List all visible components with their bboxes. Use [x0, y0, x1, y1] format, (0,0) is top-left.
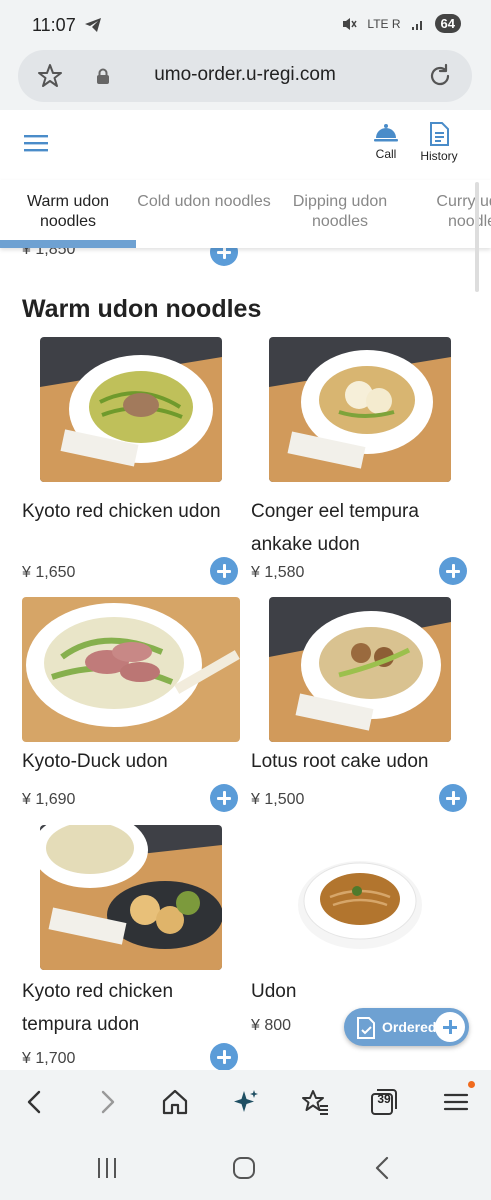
checklist-icon	[357, 1017, 375, 1039]
mute-icon	[343, 17, 358, 30]
status-bar: 11:07 LTE R 64	[0, 0, 491, 50]
status-icons: LTE R 64	[341, 14, 461, 33]
add-item-button[interactable]	[439, 557, 467, 585]
ordered-label: Ordered	[382, 1019, 437, 1035]
food-image	[40, 337, 222, 482]
home-nav-icon[interactable]	[232, 1156, 256, 1180]
section-title: Warm udon noodles	[22, 295, 262, 323]
url-text[interactable]: umo-order.u-regi.com	[18, 64, 472, 86]
menu-item-card[interactable]: Conger eel tempura ankake udon ¥ 1,580	[251, 337, 476, 592]
network-indicator: LTE R	[367, 16, 401, 31]
item-name: Kyoto red chicken tempura udon	[22, 981, 174, 1035]
web-page: Call History Warm udon noodles Cold udon…	[0, 110, 491, 1070]
tab-cold-udon[interactable]: Cold udon noodles	[136, 192, 272, 212]
forward-icon[interactable]	[92, 1087, 122, 1117]
add-item-button[interactable]	[210, 784, 238, 812]
item-price: ¥ 1,580	[251, 564, 305, 581]
hamburger-menu-icon[interactable]	[24, 132, 50, 154]
app-header: Call History	[0, 110, 491, 180]
item-name: Lotus root cake udon	[251, 751, 429, 772]
ordered-button[interactable]: Ordered	[344, 1008, 469, 1046]
menu-item-card[interactable]: Lotus root cake udon ¥ 1,500	[251, 597, 476, 812]
food-image	[269, 597, 451, 742]
food-image	[40, 825, 222, 970]
history-button[interactable]: History	[413, 122, 465, 163]
notification-dot	[468, 1081, 475, 1088]
recent-apps-icon[interactable]	[96, 1156, 118, 1180]
home-icon[interactable]	[160, 1087, 190, 1117]
item-name: Udon	[251, 981, 297, 1002]
signal-icon	[411, 20, 422, 30]
add-item-button[interactable]	[439, 784, 467, 812]
document-icon	[430, 122, 449, 146]
food-image	[22, 597, 240, 742]
telegram-icon	[85, 18, 101, 32]
menu-item-card[interactable]: Kyoto-Duck udon ¥ 1,690	[22, 597, 247, 812]
back-icon[interactable]	[20, 1087, 50, 1117]
battery-indicator: 64	[434, 14, 461, 33]
ordered-add-icon[interactable]	[435, 1012, 465, 1042]
tab-warm-udon[interactable]: Warm udon noodles	[0, 192, 136, 232]
reload-icon[interactable]	[426, 62, 454, 90]
history-label: History	[420, 149, 458, 163]
call-button[interactable]: Call	[370, 122, 402, 161]
food-image	[269, 337, 451, 482]
item-price: ¥ 800	[251, 1017, 292, 1034]
browser-toolbar	[0, 1070, 491, 1136]
status-time: 11:07	[32, 15, 76, 35]
address-bar[interactable]: umo-order.u-regi.com	[18, 50, 472, 102]
call-label: Call	[375, 147, 397, 161]
scrollbar[interactable]	[475, 182, 479, 292]
add-item-button[interactable]	[210, 557, 238, 585]
bookmarks-icon[interactable]	[300, 1087, 330, 1117]
item-name: Kyoto red chicken udon	[22, 501, 221, 522]
add-item-button[interactable]	[210, 1043, 238, 1070]
sparkle-icon[interactable]	[231, 1087, 261, 1117]
active-tab-indicator	[0, 240, 136, 248]
system-navigation-bar	[0, 1136, 491, 1200]
tabs-count: 39	[377, 1092, 391, 1106]
menu-item-card[interactable]: Kyoto red chicken tempura udon ¥ 1,700	[22, 825, 247, 1070]
service-bell-icon	[374, 124, 398, 142]
back-nav-icon[interactable]	[372, 1156, 392, 1180]
menu-item-card[interactable]: Kyoto red chicken udon ¥ 1,650	[22, 337, 247, 592]
item-name: Kyoto-Duck udon	[22, 751, 168, 772]
food-image	[285, 825, 435, 970]
item-name: Conger eel tempura ankake udon	[251, 501, 419, 555]
category-tabs: Warm udon noodles Cold udon noodles Dipp…	[0, 180, 491, 248]
menu-icon[interactable]	[441, 1087, 471, 1117]
item-price: ¥ 1,650	[22, 564, 76, 581]
tab-dipping-udon[interactable]: Dipping udon noodles	[272, 192, 408, 232]
item-price: ¥ 1,690	[22, 791, 76, 808]
item-price: ¥ 1,500	[251, 791, 305, 808]
item-price: ¥ 1,700	[22, 1050, 76, 1067]
